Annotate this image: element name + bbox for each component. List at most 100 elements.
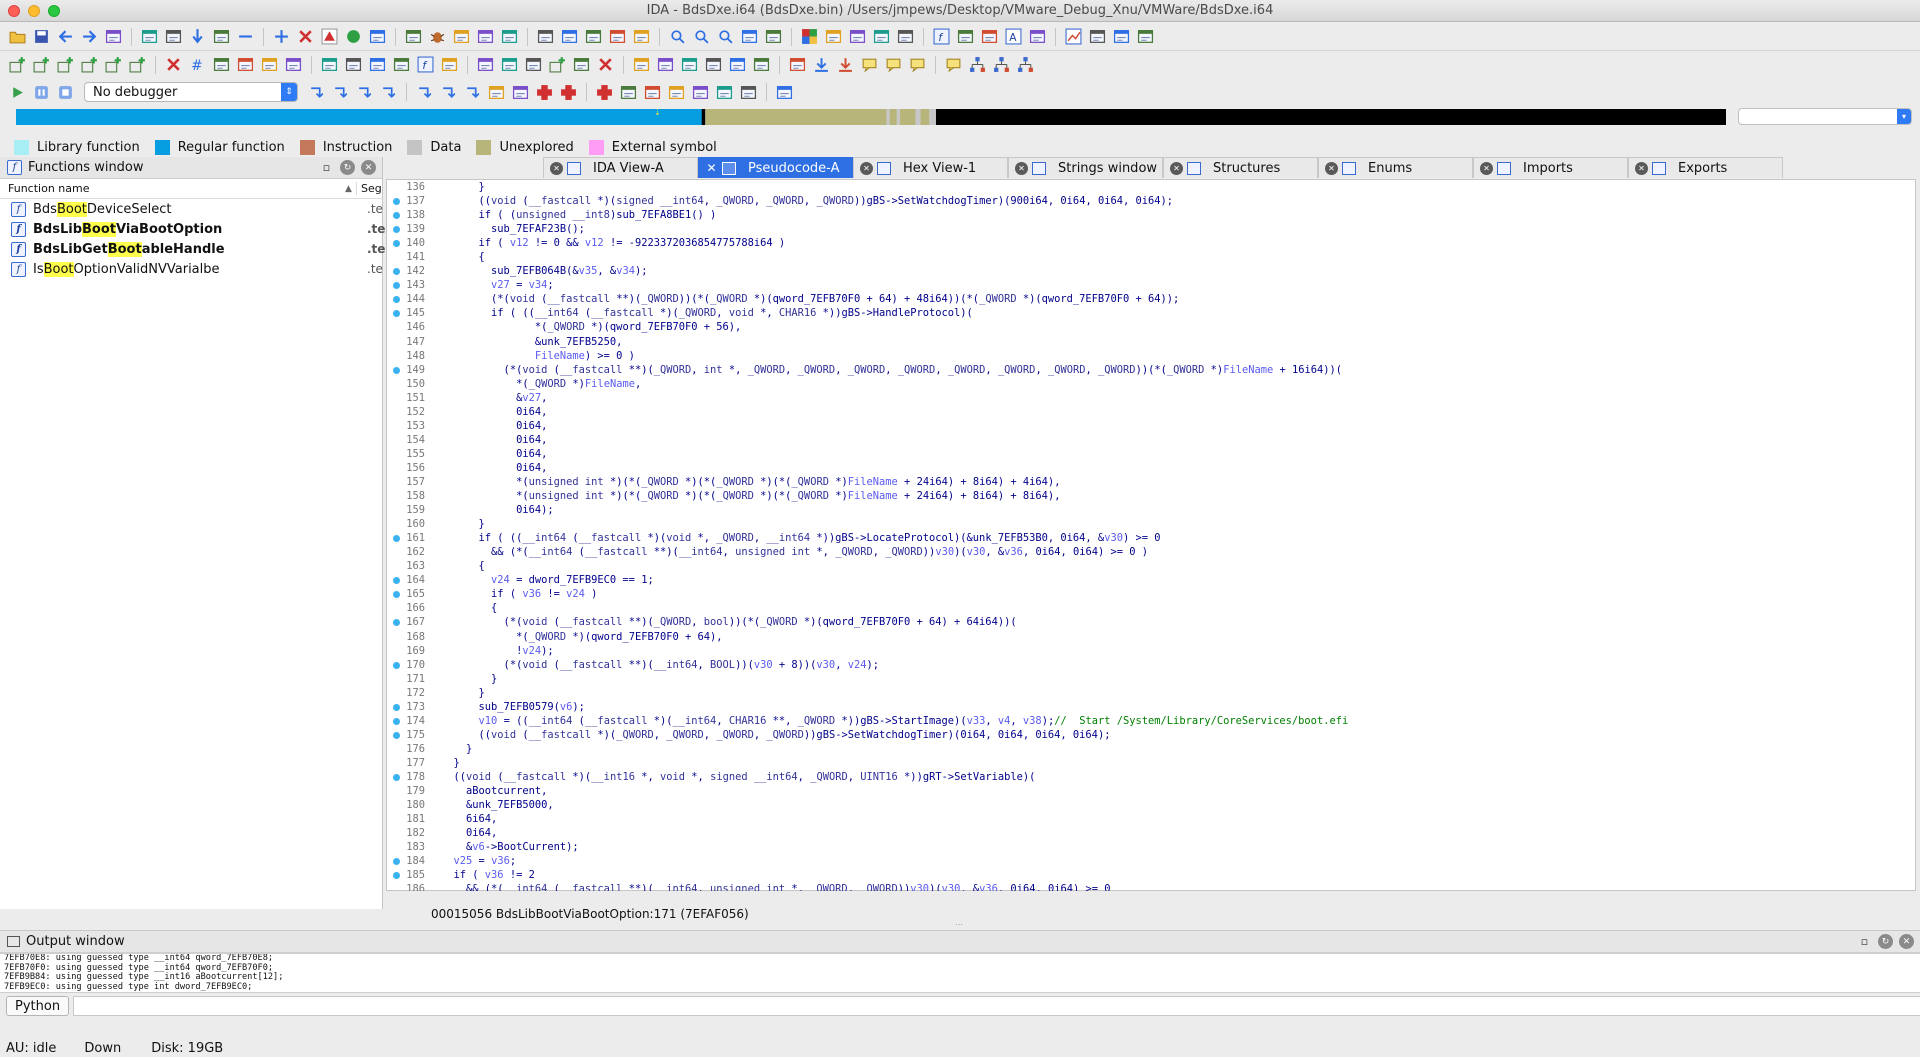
save-icon[interactable] (32, 27, 51, 46)
code-line[interactable]: 173 sub_7EFB0579(v6); (387, 700, 1915, 714)
line-number[interactable]: 181 (387, 812, 429, 826)
line-number[interactable]: 143 (387, 278, 429, 292)
line-number[interactable]: 173 (387, 700, 429, 714)
line-number[interactable]: 155 (387, 447, 429, 461)
code-line[interactable]: 163 { (387, 559, 1915, 573)
window-icon[interactable] (1112, 27, 1131, 46)
color-icon[interactable] (800, 27, 819, 46)
window-icon[interactable] (704, 55, 723, 74)
code-line[interactable]: 137 ((void (__fastcall *)(signed __int64… (387, 194, 1915, 208)
line-number[interactable]: 165 (387, 587, 429, 601)
window-icon[interactable] (1136, 27, 1155, 46)
code-line[interactable]: 153 0i64, (387, 419, 1915, 433)
tab-structures[interactable]: ✕ Structures (1163, 157, 1318, 178)
code-line[interactable]: 172 } (387, 686, 1915, 700)
breakpoint-icon[interactable] (595, 83, 614, 102)
code-line[interactable]: 139 sub_7EFAF23B(); (387, 222, 1915, 236)
line-number[interactable]: 139 (387, 222, 429, 236)
code-line[interactable]: 167 (*(void (__fastcall **)(_QWORD, bool… (387, 615, 1915, 629)
text-icon[interactable]: A (1004, 27, 1023, 46)
code-line[interactable]: 151 &v27, (387, 391, 1915, 405)
line-number[interactable]: 146 (387, 320, 429, 334)
line-number[interactable]: 186 (387, 882, 429, 891)
code-line[interactable]: 180 &unk_7EFB5000, (387, 798, 1915, 812)
code-line[interactable]: 144 (*(void (__fastcall **)(_QWORD))(*(_… (387, 292, 1915, 306)
binary-icon[interactable] (140, 27, 159, 46)
function-row[interactable]: f BdsLibGet Boot ableHandle .te (0, 239, 385, 259)
line-number[interactable]: 166 (387, 601, 429, 615)
code-line[interactable]: 160 } (387, 517, 1915, 531)
line-number[interactable]: 183 (387, 840, 429, 854)
breakpoint-icon[interactable] (535, 83, 554, 102)
code-line[interactable]: 140 if ( v12 != 0 && v12 != -92233720368… (387, 236, 1915, 250)
line-number[interactable]: 145 (387, 306, 429, 320)
line-number[interactable]: 175 (387, 728, 429, 742)
close-tab-icon[interactable]: ✕ (1170, 161, 1183, 175)
comment-icon[interactable] (908, 55, 927, 74)
line-number[interactable]: 184 (387, 854, 429, 868)
add-icon[interactable] (32, 55, 51, 74)
window-icon[interactable] (536, 27, 555, 46)
line-number[interactable]: 168 (387, 630, 429, 644)
line-number[interactable]: 147 (387, 335, 429, 349)
minimize-window-button[interactable] (28, 5, 40, 17)
jump-icon[interactable] (188, 27, 207, 46)
step-icon[interactable] (331, 83, 350, 102)
window-icon[interactable] (476, 55, 495, 74)
breakpoint-dot-icon[interactable] (393, 226, 400, 234)
tab-enums[interactable]: ✕ Enums (1318, 157, 1473, 178)
hash-icon[interactable]: # (188, 55, 207, 74)
float-window-icon[interactable]: ▫ (1857, 934, 1872, 949)
code-line[interactable]: 136 } (387, 180, 1915, 194)
code-line[interactable]: 185 if ( v36 != 2 (387, 868, 1915, 882)
breakpoint-dot-icon[interactable] (393, 872, 400, 880)
tab-imports[interactable]: ✕ Imports (1473, 157, 1628, 178)
line-number[interactable]: 167 (387, 615, 429, 629)
line-number[interactable]: 161 (387, 531, 429, 545)
line-number[interactable]: 148 (387, 349, 429, 363)
close-icon[interactable]: ✕ (1899, 934, 1914, 949)
code-line[interactable]: 138 if ( (unsigned __int8)sub_7EFA8BE1()… (387, 208, 1915, 222)
tab-hex-view-1[interactable]: ✕ Hex View-1 (853, 157, 1008, 178)
breakpoint-dot-icon[interactable] (393, 268, 400, 276)
code-line[interactable]: 164 v24 = dword_7EFB9EC0 == 1; (387, 573, 1915, 587)
code-line[interactable]: 156 0i64, (387, 461, 1915, 475)
line-number[interactable]: 179 (387, 784, 429, 798)
window-icon[interactable] (680, 55, 699, 74)
window-icon[interactable] (728, 55, 747, 74)
add-icon[interactable] (56, 55, 75, 74)
line-number[interactable]: 172 (387, 686, 429, 700)
code-line[interactable]: 145 if ( ((__int64 (__fastcall *)(_QWORD… (387, 306, 1915, 320)
plus-icon[interactable] (272, 27, 291, 46)
print-icon[interactable] (740, 27, 759, 46)
window-icon[interactable] (788, 55, 807, 74)
comment-icon[interactable] (944, 55, 963, 74)
breakpoint-dot-icon[interactable] (393, 661, 400, 669)
window-icon[interactable] (452, 27, 471, 46)
breakpoint-dot-icon[interactable] (393, 240, 400, 248)
window-icon[interactable] (715, 83, 734, 102)
open-icon[interactable] (8, 27, 27, 46)
pause-icon[interactable] (32, 83, 51, 102)
code-line[interactable]: 147 &unk_7EFB5250, (387, 335, 1915, 349)
breakpoint-dot-icon[interactable] (393, 577, 400, 585)
window-icon[interactable] (368, 27, 387, 46)
window-icon[interactable] (524, 55, 543, 74)
tree-icon[interactable] (992, 55, 1011, 74)
zoom-window-button[interactable] (48, 5, 60, 17)
restore-icon[interactable]: ↻ (340, 160, 355, 175)
add-icon[interactable] (8, 55, 27, 74)
window-icon[interactable] (560, 27, 579, 46)
add-icon[interactable] (128, 55, 147, 74)
window-icon[interactable] (344, 55, 363, 74)
line-number[interactable]: 157 (387, 475, 429, 489)
step-icon[interactable] (307, 83, 326, 102)
navigation-band[interactable]: ⇣ (16, 108, 1727, 125)
python-command-input[interactable] (73, 996, 1920, 1016)
line-number[interactable]: 171 (387, 672, 429, 686)
window-icon[interactable] (667, 83, 686, 102)
code-line[interactable]: 169 !v24); (387, 644, 1915, 658)
code-line[interactable]: 170 (*(void (__fastcall **)(__int64, BOO… (387, 658, 1915, 672)
code-line[interactable]: 178 ((void (__fastcall *)(__int16 *, voi… (387, 770, 1915, 784)
line-number[interactable]: 178 (387, 770, 429, 784)
